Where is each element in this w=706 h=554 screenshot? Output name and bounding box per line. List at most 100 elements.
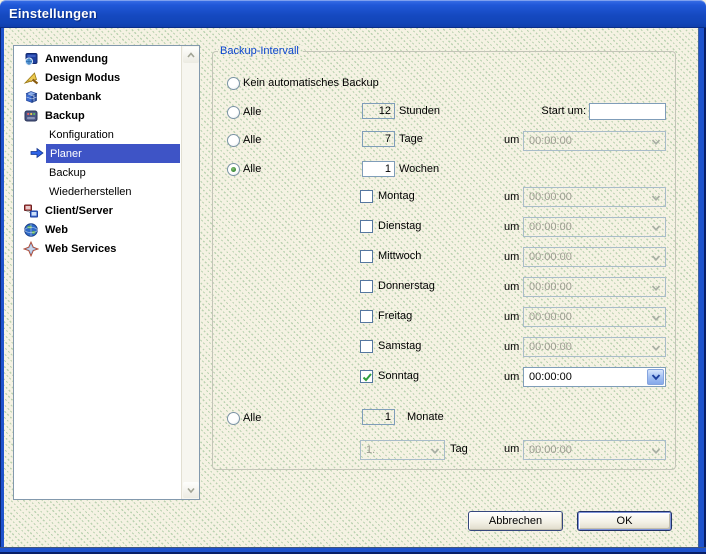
radio-no-backup[interactable] [227, 77, 240, 90]
radio-months[interactable] [227, 412, 240, 425]
radio-weeks[interactable] [227, 163, 240, 176]
sidebar-item-backup-sub[interactable]: Backup [15, 163, 180, 182]
checkbox-montag[interactable] [360, 190, 373, 203]
days-time-combo[interactable]: 00:00:00 [523, 131, 666, 151]
donnerstag-time-value: 00:00:00 [529, 281, 572, 293]
cancel-button[interactable]: Abbrechen [468, 511, 563, 531]
sidebar-item-label: Web Services [45, 243, 116, 255]
radio-days-label: Alle [243, 134, 261, 146]
chevron-down-icon [650, 136, 662, 148]
sidebar-item-wiederherstellen[interactable]: Wiederherstellen [15, 182, 180, 201]
hours-value-input[interactable]: 12 [362, 103, 395, 119]
samstag-time-combo[interactable]: 00:00:00 [523, 337, 666, 357]
sidebar-item-design-modus[interactable]: Design Modus [15, 68, 180, 87]
checkbox-donnerstag[interactable] [360, 280, 373, 293]
sidebar-item-label: Backup [49, 167, 86, 179]
window-border-left [0, 27, 4, 554]
mittwoch-time-combo[interactable]: 00:00:00 [523, 247, 666, 267]
radio-no-backup-label: Kein automatisches Backup [243, 77, 379, 89]
weeks-value-input[interactable]: 1 [362, 161, 395, 177]
month-day-combo[interactable]: 1. [360, 440, 445, 460]
donnerstag-um-label: um [504, 281, 519, 293]
month-day-value: 1. [366, 444, 375, 456]
combo-dropdown-button[interactable] [647, 369, 664, 385]
sidebar-item-datenbank[interactable]: Datenbank [15, 87, 180, 106]
window-border-right [698, 27, 706, 554]
chevron-down-icon [650, 222, 662, 234]
design-mode-icon [23, 70, 39, 86]
checkbox-freitag[interactable] [360, 310, 373, 323]
settings-tree-items: Anwendung Design Modus Datenbank Backup [15, 49, 180, 258]
checkbox-dienstag-label: Dienstag [378, 220, 421, 232]
sidebar-item-label: Design Modus [45, 72, 120, 84]
sonntag-time-combo[interactable]: 00:00:00 [523, 367, 666, 387]
hours-unit-label: Stunden [399, 105, 440, 117]
start-time-label: Start um: [527, 105, 586, 117]
sidebar-item-label: Konfiguration [49, 129, 114, 141]
days-value-input[interactable]: 7 [362, 131, 395, 147]
selected-arrow-icon [30, 146, 44, 160]
sidebar-item-label: Client/Server [45, 205, 113, 217]
chevron-down-icon [429, 445, 441, 457]
donnerstag-time-combo[interactable]: 00:00:00 [523, 277, 666, 297]
backup-icon [23, 108, 39, 124]
dienstag-um-label: um [504, 221, 519, 233]
chevron-down-icon [650, 371, 662, 383]
chevron-down-icon [650, 342, 662, 354]
checkbox-dienstag[interactable] [360, 220, 373, 233]
sidebar-item-label: Datenbank [45, 91, 101, 103]
radio-months-label: Alle [243, 412, 261, 424]
settings-dialog: Einstellungen Anwendung Design Modus [0, 0, 706, 554]
mittwoch-um-label: um [504, 251, 519, 263]
sidebar-item-planer[interactable]: Planer [46, 144, 180, 163]
sidebar-item-konfiguration[interactable]: Konfiguration [15, 125, 180, 144]
sidebar-item-label: Anwendung [45, 53, 108, 65]
months-value-input[interactable]: 1 [362, 409, 395, 425]
radio-hours[interactable] [227, 106, 240, 119]
weeks-unit-label: Wochen [399, 163, 439, 175]
ok-button[interactable]: OK [577, 511, 672, 531]
days-unit-label: Tage [399, 133, 423, 145]
client-server-icon [23, 203, 39, 219]
freitag-time-value: 00:00:00 [529, 311, 572, 323]
scroll-up-button[interactable] [183, 47, 199, 63]
application-icon [23, 51, 39, 67]
chevron-down-icon [650, 282, 662, 294]
months-time-combo[interactable]: 00:00:00 [523, 440, 666, 460]
months-unit-label: Monate [407, 411, 444, 423]
sidebar-item-backup[interactable]: Backup [15, 106, 180, 125]
days-time-value: 00:00:00 [529, 135, 572, 147]
chevron-down-icon [650, 445, 662, 457]
checkbox-sonntag[interactable] [360, 370, 373, 383]
montag-time-combo[interactable]: 00:00:00 [523, 187, 666, 207]
sonntag-um-label: um [504, 371, 519, 383]
checkbox-samstag-label: Samstag [378, 340, 421, 352]
montag-um-label: um [504, 191, 519, 203]
chevron-down-icon [650, 252, 662, 264]
checkbox-donnerstag-label: Donnerstag [378, 280, 435, 292]
groupbox-title: Backup-Intervall [218, 45, 303, 57]
days-um-label: um [504, 134, 519, 146]
sidebar-item-web-services[interactable]: Web Services [15, 239, 180, 258]
sidebar-item-label: Web [45, 224, 68, 236]
samstag-um-label: um [504, 341, 519, 353]
checkbox-samstag[interactable] [360, 340, 373, 353]
mittwoch-time-value: 00:00:00 [529, 251, 572, 263]
sidebar-item-web[interactable]: Web [15, 220, 180, 239]
month-day-label: Tag [450, 443, 468, 455]
sidebar-item-anwendung[interactable]: Anwendung [15, 49, 180, 68]
scroll-down-button[interactable] [183, 482, 199, 498]
titlebar[interactable]: Einstellungen [0, 0, 706, 28]
radio-hours-label: Alle [243, 106, 261, 118]
start-time-input[interactable] [589, 103, 666, 120]
dienstag-time-combo[interactable]: 00:00:00 [523, 217, 666, 237]
freitag-time-combo[interactable]: 00:00:00 [523, 307, 666, 327]
montag-time-value: 00:00:00 [529, 191, 572, 203]
chevron-down-icon [650, 192, 662, 204]
checkbox-mittwoch-label: Mittwoch [378, 250, 421, 262]
checkbox-mittwoch[interactable] [360, 250, 373, 263]
web-services-icon [23, 241, 39, 257]
sidebar-item-client-server[interactable]: Client/Server [15, 201, 180, 220]
sidebar-scrollbar[interactable] [181, 46, 199, 499]
radio-days[interactable] [227, 134, 240, 147]
